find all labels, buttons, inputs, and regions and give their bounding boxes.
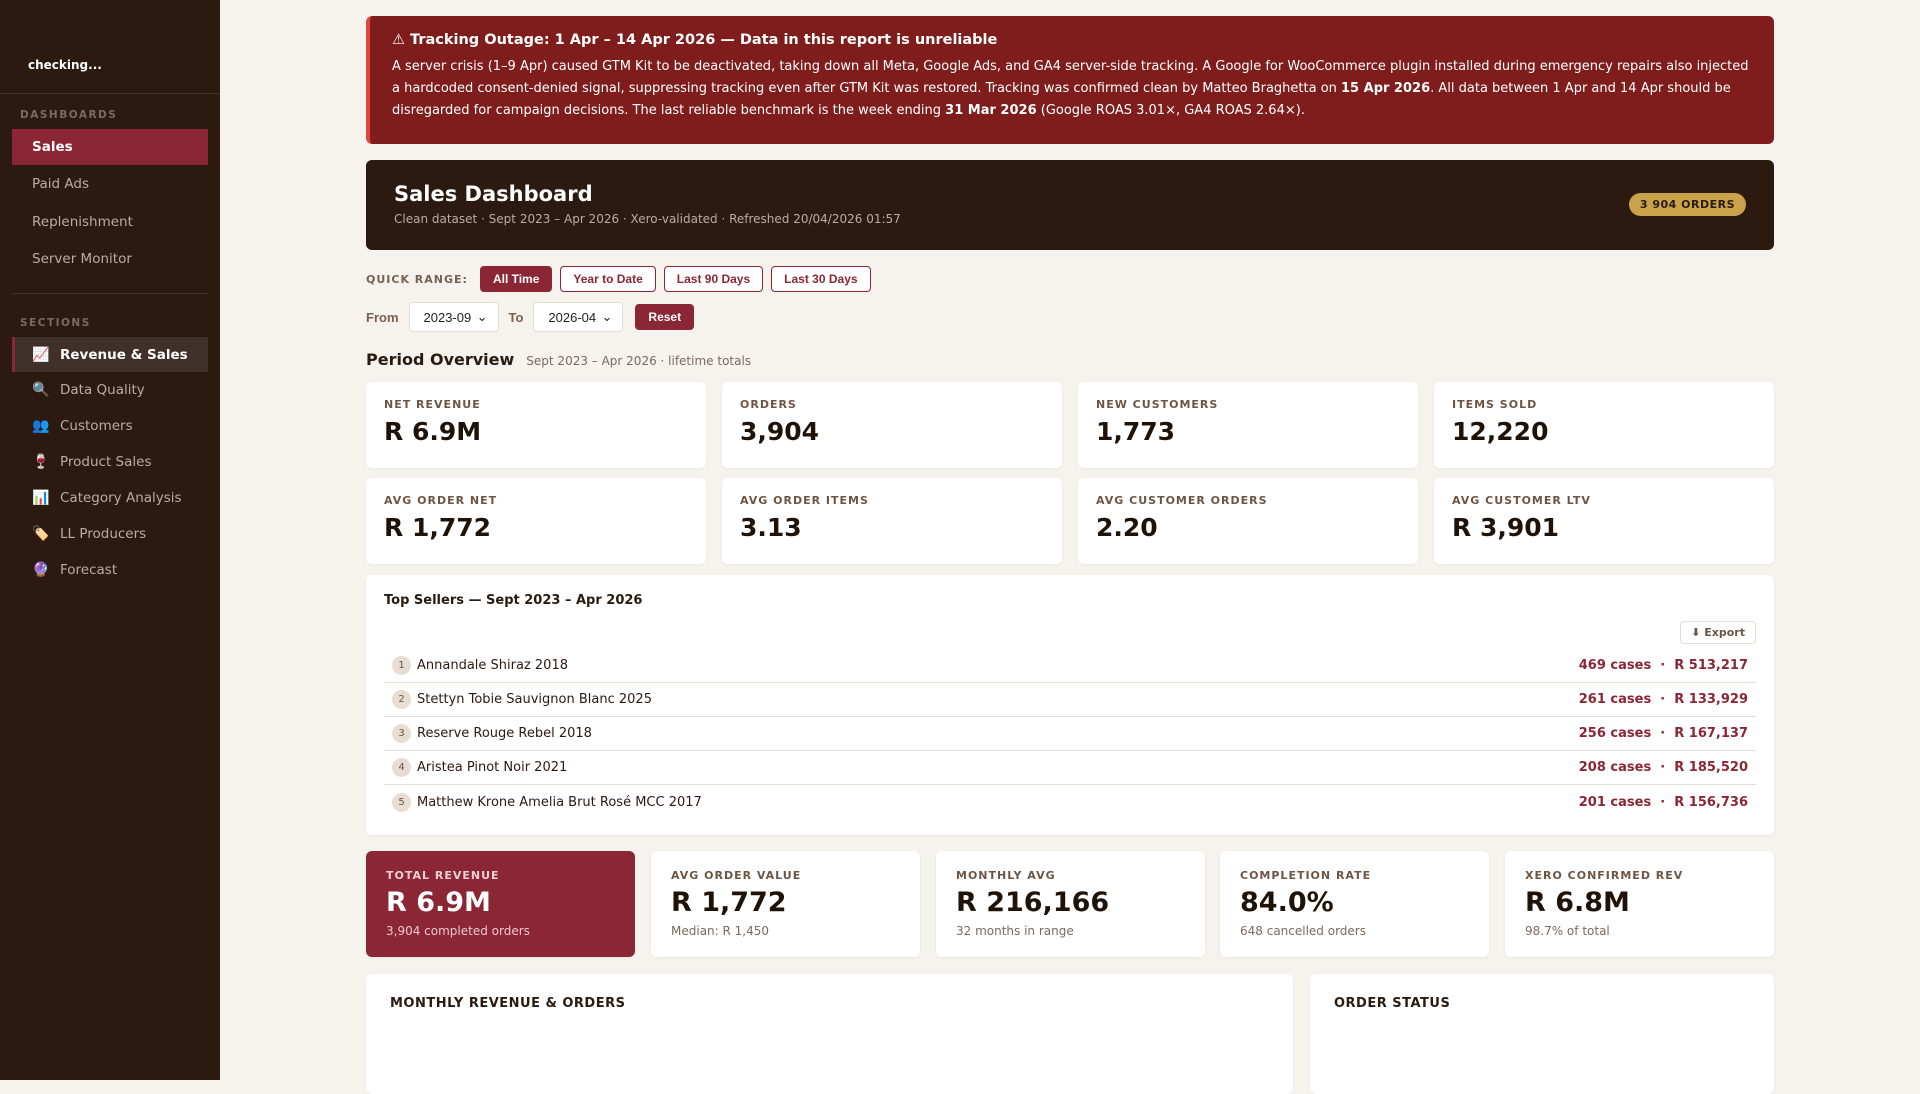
connection-status: checking...: [28, 58, 102, 72]
monthly-revenue-chart-panel: MONTHLY REVENUE & ORDERS: [366, 974, 1293, 1094]
kpi-avg-order-net: AVG ORDER NET R 1,772: [366, 478, 706, 564]
kpi-avg-order-items: AVG ORDER ITEMS 3.13: [722, 478, 1062, 564]
magnifier-icon: 🔍: [32, 381, 50, 398]
chart-up-icon: 📈: [32, 346, 50, 363]
orders-badge: 3 904 ORDERS: [1628, 193, 1746, 216]
section-subtitle: Sept 2023 – Apr 2026 · lifetime totals: [526, 354, 752, 368]
range-all-time-button[interactable]: All Time: [479, 266, 553, 292]
section-label: Product Sales: [60, 453, 152, 470]
alert-title: ⚠ Tracking Outage: 1 Apr – 14 Apr 2026 —…: [392, 32, 998, 48]
section-label: Revenue & Sales: [60, 346, 188, 363]
list-item[interactable]: 5 Matthew Krone Amelia Brut Rosé MCC 2017…: [384, 785, 1756, 819]
nav-paid-ads[interactable]: Paid Ads: [12, 166, 208, 202]
dashboard-header: Sales Dashboard Clean dataset · Sept 202…: [366, 160, 1774, 250]
page-title: Sales Dashboard: [394, 182, 593, 206]
completion-rate-card: COMPLETION RATE 84.0% 648 cancelled orders: [1220, 851, 1489, 957]
alert-body: A server crisis (1–9 Apr) caused GTM Kit…: [392, 59, 1749, 118]
section-label: Customers: [60, 417, 133, 434]
section-ll-producers[interactable]: 🏷️ LL Producers: [12, 516, 208, 551]
section-title: Period Overview: [366, 350, 515, 369]
nav-sales[interactable]: Sales: [12, 129, 208, 165]
from-label: From: [366, 309, 399, 325]
dashboards-heading: DASHBOARDS: [20, 109, 118, 121]
kpi-new-customers: NEW CUSTOMERS 1,773: [1078, 382, 1418, 468]
total-revenue-card: TOTAL REVENUE R 6.9M 3,904 completed order…: [366, 851, 635, 957]
section-customers[interactable]: 👥 Customers: [12, 408, 208, 443]
kpi-avg-customer-orders: AVG CUSTOMER ORDERS 2.20: [1078, 478, 1418, 564]
section-label: Category Analysis: [60, 489, 182, 506]
chevron-down-icon: ⌄: [601, 309, 613, 324]
section-label: Forecast: [60, 561, 118, 578]
range-90-days-button[interactable]: Last 90 Days: [663, 266, 764, 292]
list-item[interactable]: 2 Stettyn Tobie Sauvignon Blanc 2025 261 c…: [384, 683, 1756, 717]
page-subtitle: Clean dataset · Sept 2023 – Apr 2026 · X…: [394, 212, 901, 226]
section-label: LL Producers: [60, 525, 147, 542]
list-item[interactable]: 4 Aristea Pinot Noir 2021 208 cases · R 18…: [384, 751, 1756, 785]
range-30-days-button[interactable]: Last 30 Days: [771, 266, 871, 292]
top-sellers-title: Top Sellers — Sept 2023 – Apr 2026: [384, 593, 643, 608]
wine-glass-icon: 🍷: [32, 453, 50, 470]
section-category-analysis[interactable]: 📊 Category Analysis: [12, 480, 208, 515]
avg-order-value-card: AVG ORDER VALUE R 1,772 Median: R 1,450: [651, 851, 920, 957]
kpi-orders: ORDERS 3,904: [722, 382, 1062, 468]
quick-range-label: QUICK RANGE:: [366, 272, 468, 286]
section-product-sales[interactable]: 🍷 Product Sales: [12, 444, 208, 479]
monthly-avg-card: MONTHLY AVG R 216,166 32 months in range: [936, 851, 1205, 957]
sidebar: checking... DASHBOARDS Sales Paid Ads Re…: [0, 0, 220, 1080]
bar-chart-icon: 📊: [32, 489, 50, 506]
to-select[interactable]: 2026-04 ⌄: [533, 302, 624, 332]
xero-confirmed-rev-card: XERO CONFIRMED REV R 6.8M 98.7% of total: [1505, 851, 1774, 957]
sections-heading: SECTIONS: [20, 317, 91, 329]
panel-title: ORDER STATUS: [1334, 996, 1451, 1011]
range-ytd-button[interactable]: Year to Date: [560, 266, 656, 292]
tag-icon: 🏷️: [32, 525, 50, 542]
period-overview-heading: Period Overview Sept 2023 – Apr 2026 · l…: [366, 350, 1774, 369]
tracking-outage-alert: ⚠ Tracking Outage: 1 Apr – 14 Apr 2026 —…: [366, 16, 1774, 144]
people-icon: 👥: [32, 417, 50, 434]
list-item[interactable]: 3 Reserve Rouge Rebel 2018 256 cases · R 1…: [384, 717, 1756, 751]
quick-range-bar: QUICK RANGE: All Time Year to Date Last …: [366, 266, 1774, 292]
list-item[interactable]: 1 Annandale Shiraz 2018 469 cases · R 513,…: [384, 649, 1756, 683]
nav-replenishment[interactable]: Replenishment: [12, 204, 208, 240]
panel-title: MONTHLY REVENUE & ORDERS: [390, 996, 626, 1011]
crystal-ball-icon: 🔮: [32, 561, 50, 578]
nav-server-monitor[interactable]: Server Monitor: [12, 241, 208, 277]
kpi-avg-customer-ltv: AVG CUSTOMER LTV R 3,901: [1434, 478, 1774, 564]
order-status-panel: ORDER STATUS: [1310, 974, 1774, 1094]
export-button[interactable]: ⬇ Export: [1680, 621, 1756, 644]
date-filter: From 2023-09 ⌄ To 2026-04 ⌄ Reset: [366, 302, 1774, 332]
kpi-net-revenue: NET REVENUE R 6.9M: [366, 382, 706, 468]
top-sellers-panel: Top Sellers — Sept 2023 – Apr 2026 ⬇ Exp…: [366, 575, 1774, 835]
reset-button[interactable]: Reset: [635, 304, 695, 330]
divider: [12, 293, 208, 294]
section-data-quality[interactable]: 🔍 Data Quality: [12, 372, 208, 407]
divider: [0, 93, 220, 94]
section-label: Data Quality: [60, 381, 145, 398]
to-label: To: [508, 309, 524, 325]
section-revenue-sales[interactable]: 📈 Revenue & Sales: [12, 337, 208, 372]
from-select[interactable]: 2023-09 ⌄: [408, 302, 499, 332]
kpi-items-sold: ITEMS SOLD 12,220: [1434, 382, 1774, 468]
section-forecast[interactable]: 🔮 Forecast: [12, 552, 208, 587]
chevron-down-icon: ⌄: [476, 309, 488, 324]
